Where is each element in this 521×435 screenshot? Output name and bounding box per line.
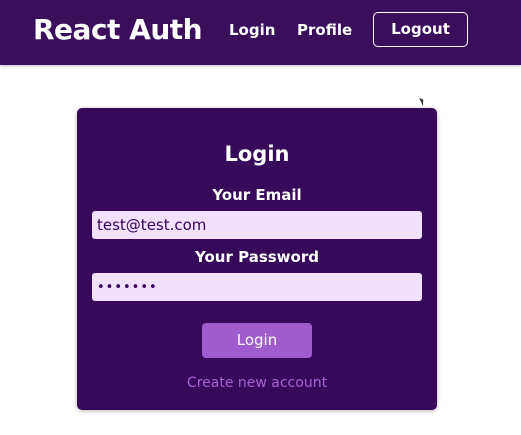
- nav-profile-link[interactable]: Profile: [297, 21, 352, 39]
- top-nav-bar: React Auth Login Profile Logout: [0, 0, 521, 65]
- mouse-cursor-icon: [419, 96, 426, 107]
- app-logo[interactable]: React Auth: [33, 13, 203, 46]
- email-label: Your Email: [212, 186, 302, 204]
- password-field[interactable]: [92, 273, 422, 301]
- logout-button[interactable]: Logout: [373, 12, 468, 47]
- login-title: Login: [224, 142, 290, 166]
- email-field[interactable]: [92, 211, 422, 239]
- nav-login-link[interactable]: Login: [229, 21, 275, 39]
- login-submit-button[interactable]: Login: [202, 323, 312, 358]
- login-card: Login Your Email Your Password Login Cre…: [77, 108, 437, 410]
- password-label: Your Password: [195, 248, 319, 266]
- create-account-link[interactable]: Create new account: [77, 375, 437, 391]
